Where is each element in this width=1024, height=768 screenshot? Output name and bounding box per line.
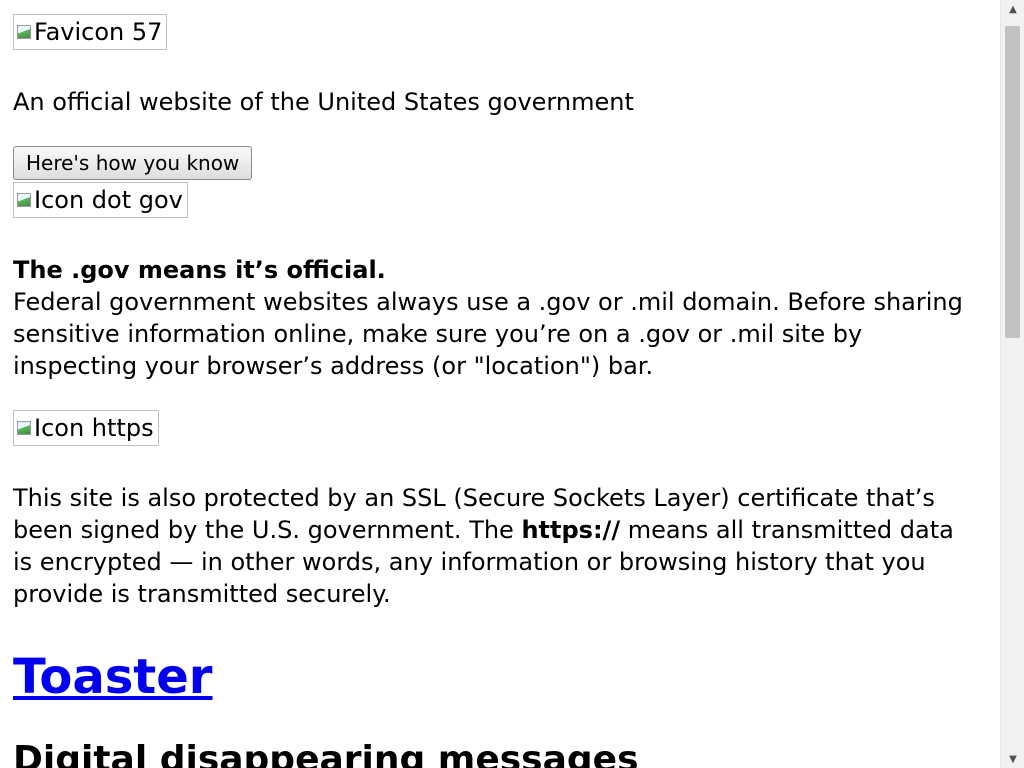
https-icon-image: Icon https (13, 410, 159, 446)
arrow-up-icon[interactable]: ▲ (1001, 0, 1024, 18)
dotgov-alt-text: Icon dot gov (34, 186, 183, 214)
arrow-down-icon[interactable]: ▼ (1001, 750, 1024, 768)
heres-how-you-know-button[interactable]: Here's how you know (13, 146, 253, 180)
gov-heading: The .gov means it’s official. (13, 256, 386, 284)
ssl-explanation: This site is also protected by an SSL (S… (13, 482, 973, 610)
page: Favicon 57 An official website of the Un… (0, 0, 1000, 768)
https-alt-text: Icon https (34, 414, 154, 442)
page-subtitle: Digital disappearing messages (13, 739, 639, 768)
toaster-title-link[interactable]: Toaster (13, 648, 212, 706)
dotgov-icon-image: Icon dot gov (13, 182, 188, 218)
favicon-alt-text: Favicon 57 (34, 18, 163, 46)
vertical-scrollbar[interactable]: ▲ ▼ (1000, 0, 1024, 768)
scroll-thumb[interactable] (1005, 26, 1020, 338)
gov-body: Federal government websites always use a… (13, 288, 963, 380)
official-website-text: An official website of the United States… (13, 88, 634, 116)
broken-image-icon (16, 24, 32, 40)
broken-image-icon (16, 192, 32, 208)
favicon-image: Favicon 57 (13, 14, 168, 50)
ssl-https-bold: https:// (521, 516, 621, 544)
gov-explanation: The .gov means it’s official. Federal go… (13, 254, 993, 382)
broken-image-icon (16, 420, 32, 436)
